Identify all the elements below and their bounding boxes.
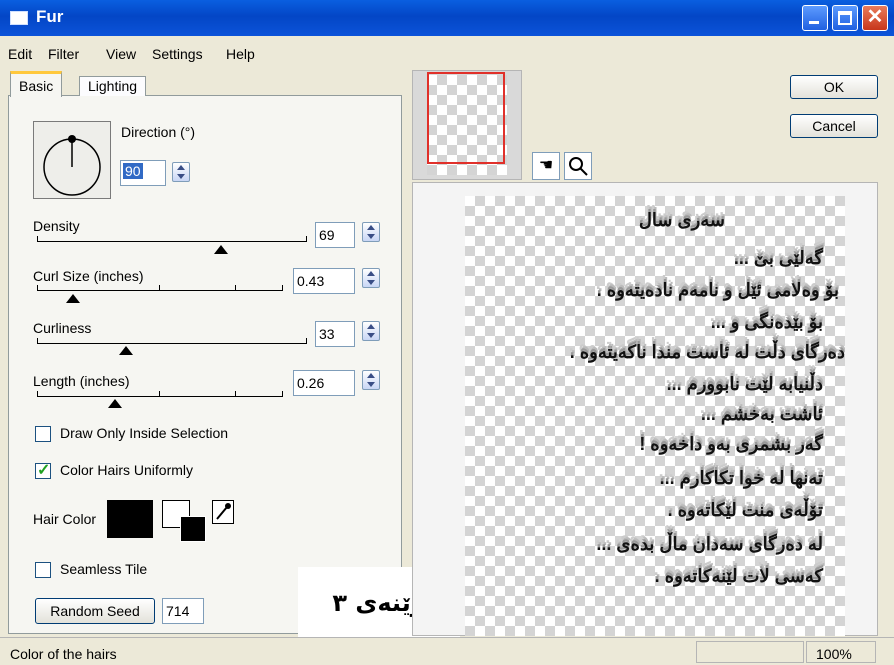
status-cell bbox=[696, 641, 804, 663]
curliness-slider-thumb[interactable] bbox=[119, 346, 133, 355]
direction-value: 90 bbox=[123, 163, 143, 179]
hand-icon: ☚ bbox=[538, 157, 554, 174]
maximize-icon bbox=[838, 11, 852, 25]
hair-color-swatch[interactable] bbox=[107, 500, 153, 538]
color-hairs-uniformly-checkbox[interactable]: ✓ bbox=[35, 462, 51, 479]
preview-line: تۆڵەى منت لێکاتەوە . bbox=[667, 500, 823, 520]
direction-spinner[interactable] bbox=[172, 162, 190, 182]
curl-size-slider-track[interactable] bbox=[37, 290, 283, 291]
random-seed-button[interactable]: Random Seed bbox=[35, 598, 155, 624]
pan-tool-button[interactable]: ☚ bbox=[532, 152, 560, 180]
preview-line: بۆ وەلامى ئێل و نامەم نادەیتەوە . bbox=[596, 280, 839, 300]
preview-canvas: سەرى سال گەلێى بێ ... بۆ وەلامى ئێل و نا… bbox=[465, 196, 845, 636]
menu-bar: Edit Filter View Settings Help bbox=[0, 36, 894, 68]
draw-only-inside-label: Draw Only Inside Selection bbox=[60, 425, 229, 441]
menu-view[interactable]: View bbox=[106, 46, 136, 62]
density-input[interactable]: 69 bbox=[315, 222, 355, 248]
cancel-button[interactable]: Cancel bbox=[790, 114, 878, 138]
view-rectangle[interactable] bbox=[427, 72, 505, 164]
minimize-button[interactable] bbox=[802, 5, 828, 31]
title-bar: Fur ✕ bbox=[0, 0, 894, 36]
preview-line: تەنها لە خوا تکاکارم ... bbox=[659, 468, 823, 488]
random-seed-input[interactable]: 714 bbox=[162, 598, 204, 624]
curliness-label: Curliness bbox=[33, 320, 92, 336]
menu-filter[interactable]: Filter bbox=[48, 46, 79, 62]
direction-label: Direction (°) bbox=[121, 124, 196, 140]
close-button[interactable]: ✕ bbox=[862, 5, 888, 31]
ok-button[interactable]: OK bbox=[790, 75, 878, 99]
preview-line: گەر بشمرى بەو داخەوە ! bbox=[639, 434, 823, 454]
length-label: Length (inches) bbox=[33, 373, 130, 389]
close-icon: ✕ bbox=[866, 6, 884, 28]
zoom-level: 100% bbox=[816, 646, 852, 662]
magnifier-icon bbox=[569, 157, 588, 176]
curl-size-input[interactable]: 0.43 bbox=[293, 268, 355, 294]
density-label: Density bbox=[33, 218, 80, 234]
window-title: Fur bbox=[36, 7, 64, 26]
length-slider-track[interactable] bbox=[37, 396, 283, 397]
seamless-tile-label: Seamless Tile bbox=[60, 561, 148, 577]
preview-line: دڵنیابە لێت نابوورم ... bbox=[666, 374, 823, 394]
maximize-button[interactable] bbox=[832, 5, 858, 31]
curliness-spinner[interactable] bbox=[362, 321, 380, 341]
direction-input[interactable]: 90 bbox=[120, 160, 166, 186]
app-icon bbox=[10, 11, 28, 25]
foreground-color-swatch[interactable] bbox=[180, 516, 206, 542]
density-slider-track[interactable] bbox=[37, 241, 307, 242]
draw-only-inside-checkbox[interactable] bbox=[35, 426, 51, 442]
eyedropper-button[interactable] bbox=[212, 500, 234, 524]
seamless-tile-checkbox[interactable] bbox=[35, 562, 51, 578]
length-spinner[interactable] bbox=[362, 370, 380, 390]
length-input[interactable]: 0.26 bbox=[293, 370, 355, 396]
preview-line: گەلێى بێ ... bbox=[733, 248, 823, 268]
color-hairs-uniformly-label: Color Hairs Uniformly bbox=[60, 462, 194, 478]
hair-color-label: Hair Color bbox=[33, 511, 97, 527]
curl-size-spinner[interactable] bbox=[362, 268, 380, 288]
zoom-tool-button[interactable] bbox=[564, 152, 592, 180]
checkmark-icon: ✓ bbox=[37, 462, 51, 479]
density-spinner[interactable] bbox=[362, 222, 380, 242]
preview-line: کەسى لات لێنەکاتەوە . bbox=[654, 566, 823, 586]
menu-help[interactable]: Help bbox=[226, 46, 255, 62]
curliness-input[interactable]: 33 bbox=[315, 321, 355, 347]
eyedropper-icon bbox=[216, 503, 231, 520]
status-text: Color of the hairs bbox=[10, 646, 117, 662]
curl-size-slider-thumb[interactable] bbox=[66, 294, 80, 303]
direction-dial[interactable] bbox=[33, 121, 111, 199]
menu-edit[interactable]: Edit bbox=[8, 46, 32, 62]
tab-basic[interactable]: Basic bbox=[10, 71, 63, 97]
dial-graphic bbox=[43, 135, 101, 196]
preview-line: لە دەرگاى سەدان ماڵ بدەى ... bbox=[596, 534, 823, 554]
status-bar: Color of the hairs 100% bbox=[0, 637, 894, 665]
preview-line: بۆ بێدەنگى و ... bbox=[710, 312, 823, 332]
tab-lighting[interactable]: Lighting bbox=[79, 76, 147, 96]
preview-line: دەرگاى دڵت لە ئاست مندا ناکەیتەوە . bbox=[569, 342, 845, 362]
curl-size-label: Curl Size (inches) bbox=[33, 268, 144, 284]
density-slider-thumb[interactable] bbox=[214, 245, 228, 254]
menu-settings[interactable]: Settings bbox=[152, 46, 203, 62]
minimize-icon bbox=[809, 21, 819, 24]
preview-line: ئاشت بەخشم ... bbox=[700, 404, 823, 424]
length-slider-thumb[interactable] bbox=[108, 399, 122, 408]
curliness-slider-track[interactable] bbox=[37, 343, 307, 344]
preview-line: سەرى سال bbox=[638, 210, 725, 230]
